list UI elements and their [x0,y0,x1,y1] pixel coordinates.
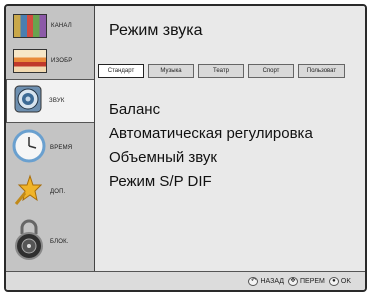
footer-hints: ↶ НАЗАД ✥ ПЕРЕМ ● OK [6,271,365,290]
sidebar-item-label: ЗВУК [49,98,65,104]
menu-item-auto-volume[interactable]: Автоматическая регулировка [109,122,313,146]
menu-item-spdif[interactable]: Режим S/P DIF [109,170,313,194]
sidebar-item-sound[interactable]: ЗВУК [6,79,94,123]
hint-back: ↶ НАЗАД [248,276,284,286]
sidebar-item-label: ДОП. [50,189,66,195]
hint-label: ПЕРЕМ [300,277,325,285]
sidebar-item-label: ИЗОБР [51,58,73,64]
tab-standard[interactable]: Стандарт [98,64,144,78]
sidebar-item-picture[interactable]: ИЗОБР [6,44,94,78]
main-panel: Режим звука Стандарт Музыка Театр Спорт … [94,6,365,271]
menu-item-balance[interactable]: Баланс [109,98,313,122]
lock-icon [13,218,45,267]
sidebar-item-extra[interactable]: ДОП. [6,172,94,212]
move-icon: ✥ [288,276,298,286]
channel-icon [13,14,47,38]
sound-menu: Баланс Автоматическая регулировка Объемн… [109,98,313,194]
tab-theater[interactable]: Театр [198,64,244,78]
sidebar-item-lock[interactable]: БЛОК. [6,216,94,268]
picture-icon [13,49,47,73]
hint-label: НАЗАД [260,277,284,285]
hint-label: OK [340,277,351,285]
tab-user[interactable]: Пользоват [298,64,345,78]
tab-music[interactable]: Музыка [148,64,194,78]
sidebar: КАНАЛ ИЗОБР ЗВУК ВРЕМЯ ДОП. БЛОК. [6,6,94,271]
sidebar-item-label: КАНАЛ [51,23,72,29]
menu-item-surround[interactable]: Объемный звук [109,146,313,170]
hint-move: ✥ ПЕРЕМ [288,276,325,286]
page-title: Режим звука [109,22,203,39]
hint-ok: ● OK [328,276,351,286]
ok-icon: ● [328,276,339,286]
sidebar-item-label: БЛОК. [50,239,69,245]
sidebar-item-time[interactable]: ВРЕМЯ [6,126,94,170]
sidebar-item-channel[interactable]: КАНАЛ [6,8,94,44]
star-icon [14,173,43,211]
tv-osd-window: КАНАЛ ИЗОБР ЗВУК ВРЕМЯ ДОП. БЛОК. Режим … [4,4,367,292]
back-icon: ↶ [248,276,259,286]
tab-sport[interactable]: Спорт [248,64,294,78]
sidebar-item-label: ВРЕМЯ [50,145,73,151]
sound-mode-tabs: Стандарт Музыка Театр Спорт Пользоват [98,64,345,78]
clock-icon [12,129,46,168]
speaker-icon [13,84,43,119]
